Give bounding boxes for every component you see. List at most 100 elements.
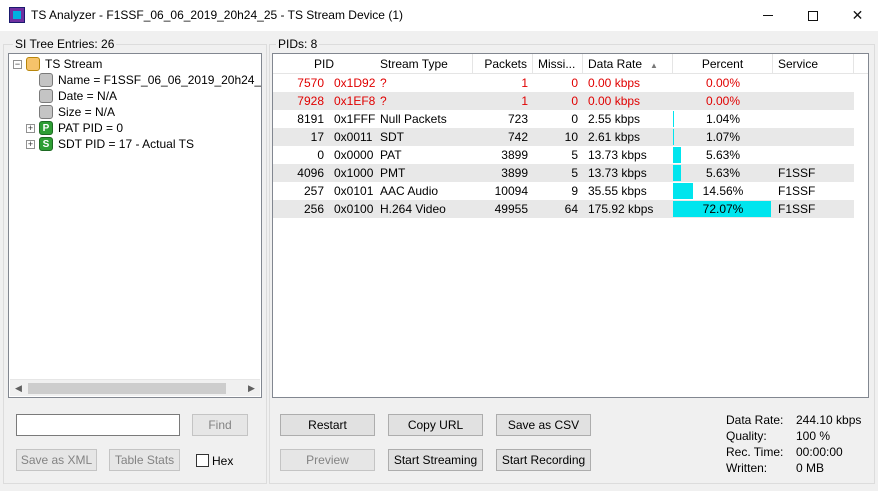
percent-cell: 14.56% (673, 182, 773, 200)
app-icon (9, 7, 25, 23)
table-row[interactable]: 8191 0x1FFF Null Packets 723 0 2.55 kbps 1.04% (273, 110, 854, 128)
percent-value: 1.04% (705, 112, 741, 126)
cell-hex: 0x0101 (334, 184, 374, 198)
tree-expander-icon[interactable]: − (13, 59, 22, 69)
close-icon: ✕ (851, 7, 864, 23)
stat-label: Rec. Time: (726, 445, 784, 459)
percent-cell: 1.04% (673, 110, 773, 128)
save-as-csv-button[interactable]: Save as CSV (496, 414, 591, 436)
cell-pid: 0 (317, 148, 324, 162)
copy-url-button[interactable]: Copy URL (388, 414, 483, 436)
cell-rate: 2.55 kbps (588, 112, 641, 126)
cell-hex: 0x0100 (334, 202, 374, 216)
pid-table[interactable]: PID Stream Type Packets Missi... Data Rate ▲ P… (272, 53, 869, 398)
table-row[interactable]: 257 0x0101 AAC Audio 10094 9 35.55 kbps 14.56%… (273, 182, 854, 200)
cell-type: PMT (380, 166, 406, 180)
stat-value: 100 % (796, 429, 831, 443)
cell-pid: 4096 (297, 166, 324, 180)
maximize-icon (807, 10, 818, 21)
tree-expander-icon[interactable]: + (26, 139, 35, 149)
tree-node[interactable]: + P PAT PID = 0 (26, 120, 123, 136)
col-missing-header[interactable]: Missi... (533, 54, 583, 74)
cell-service (773, 74, 854, 92)
save-as-xml-button[interactable]: Save as XML (16, 449, 97, 471)
cell-hex: 0x1D92 (334, 76, 375, 90)
preview-button[interactable]: Preview (280, 449, 375, 471)
tree-node[interactable]: − TS Stream (13, 56, 102, 72)
col-service-header[interactable]: Service (773, 54, 854, 74)
leaf-icon (39, 73, 53, 87)
cell-packets: 3899 (501, 148, 528, 162)
table-row[interactable]: 17 0x0011 SDT 742 10 2.61 kbps 1.07% (273, 128, 854, 146)
table-row[interactable]: 4096 0x1000 PMT 3899 5 13.73 kbps 5.63% F1SSF (273, 164, 854, 182)
column-header-label: Service (778, 57, 819, 71)
cell-missing: 5 (571, 166, 578, 180)
cell-type: H.264 Video (380, 202, 446, 216)
table-stats-button[interactable]: Table Stats (109, 449, 180, 471)
close-button[interactable]: ✕ (835, 0, 878, 31)
stat-label: Data Rate: (726, 413, 784, 427)
cell-packets: 1 (521, 94, 528, 108)
percent-value: 0.00% (705, 94, 741, 108)
pid-table-header: PID Stream Type Packets Missi... Data Rate ▲ P… (273, 54, 868, 74)
table-row[interactable]: 256 0x0100 H.264 Video 49955 64 175.92 kbps 72… (273, 200, 854, 218)
stat-label: Quality: (726, 429, 767, 443)
pat-icon: P (39, 121, 53, 135)
col-percent-header[interactable]: Percent (673, 54, 773, 74)
cell-pid: 256 (303, 202, 324, 216)
leaf-icon (39, 105, 53, 119)
scrollbar-thumb[interactable] (28, 383, 226, 394)
cell-hex: 0x0000 (334, 148, 374, 162)
col-data-rate-header[interactable]: Data Rate ▲ (583, 54, 673, 74)
cell-hex: 0x0011 (334, 130, 373, 144)
cell-type: PAT (380, 148, 402, 162)
scroll-right-icon[interactable]: ▶ (243, 380, 260, 397)
tree-node[interactable]: + S SDT PID = 17 - Actual TS (26, 136, 194, 152)
tree-expander-icon[interactable]: + (26, 123, 35, 133)
table-row[interactable]: 0 0x0000 PAT 3899 5 13.73 kbps 5.63% (273, 146, 854, 164)
si-tree[interactable]: − TS Stream Name = F1SSF_06_06_2019_20h24_… (8, 53, 262, 398)
tree-node-label: Size = N/A (58, 105, 116, 119)
cell-type: ? (380, 94, 387, 108)
maximize-button[interactable] (790, 0, 835, 31)
tree-node[interactable]: Date = N/A (26, 88, 117, 104)
cell-rate: 13.73 kbps (588, 166, 647, 180)
cell-rate: 0.00 kbps (588, 94, 641, 108)
cell-type: ? (380, 76, 387, 90)
search-input[interactable] (16, 414, 180, 436)
start-recording-button[interactable]: Start Recording (496, 449, 591, 471)
col-pid-header[interactable]: PID (273, 54, 375, 74)
table-row[interactable]: 7928 0x1EF8? 1 0 0.00 kbps 0.00% (273, 92, 854, 110)
tree-node[interactable]: Size = N/A (26, 104, 115, 120)
find-button[interactable]: Find (192, 414, 248, 436)
tree-node[interactable]: Name = F1SSF_06_06_2019_20h24_25.T (26, 72, 261, 88)
stat-value: 00:00:00 (796, 445, 843, 459)
minimize-button[interactable] (745, 0, 790, 31)
column-header-label: Percent (701, 57, 744, 71)
cell-packets: 1 (521, 76, 528, 90)
column-header-label: Packets (484, 57, 527, 71)
cell-service (773, 146, 854, 164)
table-row[interactable]: 7570 0x1D92? 1 0 0.00 kbps 0.00% (273, 74, 854, 92)
cell-missing: 0 (571, 76, 578, 90)
tree-horizontal-scrollbar[interactable]: ◀ ▶ (10, 379, 260, 396)
sdt-icon: S (39, 137, 53, 151)
col-stream-type-header[interactable]: Stream Type (375, 54, 473, 74)
hex-checkbox[interactable] (196, 454, 209, 467)
col-packets-header[interactable]: Packets (473, 54, 533, 74)
cell-missing: 0 (571, 112, 578, 126)
cell-pid: 8191 (297, 112, 324, 126)
percent-cell: 72.07% (673, 200, 773, 218)
start-streaming-button[interactable]: Start Streaming (388, 449, 483, 471)
cell-rate: 35.55 kbps (588, 184, 647, 198)
tree-node-label: SDT PID = 17 - Actual TS (58, 137, 194, 151)
restart-button[interactable]: Restart (280, 414, 375, 436)
hex-label: Hex (212, 454, 234, 468)
column-header-label: Stream Type (380, 57, 448, 71)
cell-pid: 7570 (297, 76, 324, 90)
stat-value: 0 MB (796, 461, 825, 475)
cell-packets: 742 (507, 130, 528, 144)
scroll-left-icon[interactable]: ◀ (10, 380, 27, 397)
cell-missing: 9 (571, 184, 578, 198)
cell-packets: 49955 (494, 202, 528, 216)
